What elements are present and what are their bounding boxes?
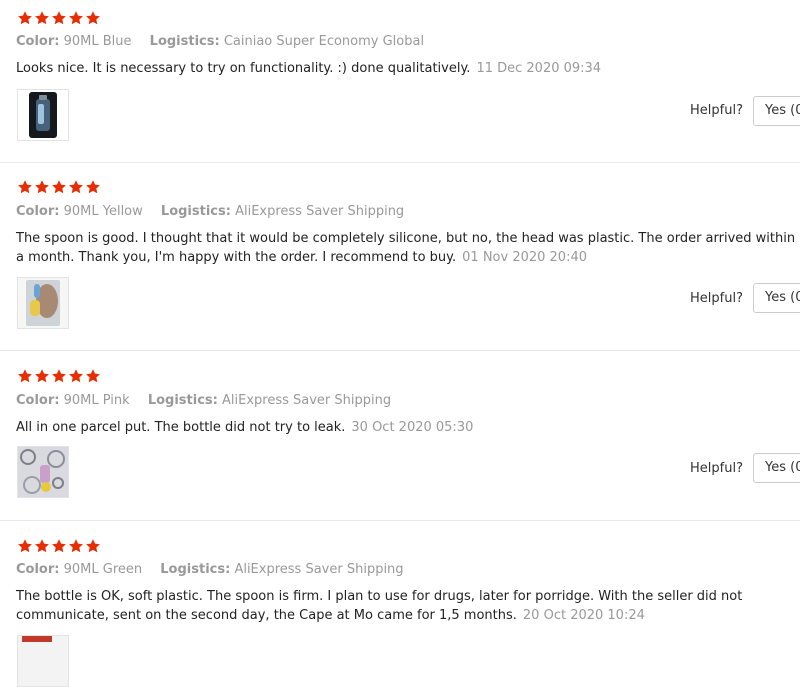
logistics-value: AliExpress Saver Shipping: [222, 393, 392, 408]
logistics-value: AliExpress Saver Shipping: [235, 204, 405, 219]
review-text: Looks nice. It is necessary to try on fu…: [16, 59, 796, 78]
star-icon: [18, 539, 32, 553]
spoon-photo-image: [18, 278, 68, 328]
helpful-yes-button[interactable]: Yes (0: [753, 283, 800, 313]
divider: [0, 162, 800, 163]
helpful-label: Helpful?: [690, 291, 743, 306]
star-rating: [17, 179, 101, 197]
logistics-value: AliExpress Saver Shipping: [234, 562, 404, 577]
star-rating: [17, 368, 101, 386]
bottle-photo-image: [18, 90, 68, 140]
star-icon: [35, 369, 49, 383]
helpful-yes-button[interactable]: Yes (0: [753, 453, 800, 483]
star-icon: [18, 180, 32, 194]
star-icon: [52, 539, 66, 553]
star-icon: [69, 11, 83, 25]
star-icon: [52, 180, 66, 194]
color-key: Color:: [16, 393, 60, 408]
review-meta: Color: 90ML Green Logistics: AliExpress …: [16, 562, 418, 577]
helpful-yes-button[interactable]: Yes (0: [753, 96, 800, 126]
review-meta: Color: 90ML Yellow Logistics: AliExpress…: [16, 204, 418, 219]
logistics-key: Logistics:: [149, 34, 220, 49]
star-icon: [86, 11, 100, 25]
star-icon: [52, 11, 66, 25]
color-value: 90ML Pink: [63, 393, 130, 408]
star-icon: [69, 369, 83, 383]
parcel-photo-image: [18, 447, 68, 497]
color-key: Color:: [16, 204, 60, 219]
review-date: 30 Oct 2020 05:30: [351, 420, 474, 435]
review-date: 11 Dec 2020 09:34: [476, 61, 602, 76]
review-photo[interactable]: [17, 635, 69, 687]
review-body: All in one parcel put. The bottle did no…: [16, 420, 346, 435]
star-icon: [86, 539, 100, 553]
review-meta: Color: 90ML Pink Logistics: AliExpress S…: [16, 393, 405, 408]
review-photo-image: [18, 636, 68, 686]
star-icon: [35, 539, 49, 553]
logistics-key: Logistics:: [160, 204, 231, 219]
divider: [0, 350, 800, 351]
star-icon: [18, 11, 32, 25]
divider: [0, 520, 800, 521]
review-text: The bottle is OK, soft plastic. The spoo…: [16, 587, 796, 625]
star-icon: [69, 539, 83, 553]
review-date: 20 Oct 2020 10:24: [522, 608, 645, 623]
logistics-key: Logistics:: [160, 562, 231, 577]
color-value: 90ML Yellow: [63, 204, 143, 219]
logistics-value: Cainiao Super Economy Global: [223, 34, 425, 49]
star-icon: [35, 180, 49, 194]
helpful-label: Helpful?: [690, 103, 743, 118]
review-meta: Color: 90ML Blue Logistics: Cainiao Supe…: [16, 34, 438, 49]
review-photo[interactable]: [17, 277, 69, 329]
star-icon: [35, 11, 49, 25]
review-body: Looks nice. It is necessary to try on fu…: [16, 61, 471, 76]
review-body: The spoon is good. I thought that it wou…: [16, 231, 796, 265]
review-photo[interactable]: [17, 446, 69, 498]
color-key: Color:: [16, 562, 60, 577]
star-icon: [86, 369, 100, 383]
star-icon: [86, 180, 100, 194]
review-date: 01 Nov 2020 20:40: [462, 250, 587, 265]
review-photo[interactable]: [17, 89, 69, 141]
review-text: All in one parcel put. The bottle did no…: [16, 418, 796, 437]
star-icon: [69, 180, 83, 194]
star-icon: [18, 369, 32, 383]
helpful-label: Helpful?: [690, 461, 743, 476]
color-value: 90ML Blue: [63, 34, 132, 49]
star-rating: [17, 10, 101, 28]
logistics-key: Logistics:: [147, 393, 218, 408]
color-key: Color:: [16, 34, 60, 49]
star-rating: [17, 538, 101, 556]
review-text: The spoon is good. I thought that it wou…: [16, 229, 796, 267]
star-icon: [52, 369, 66, 383]
color-value: 90ML Green: [63, 562, 143, 577]
